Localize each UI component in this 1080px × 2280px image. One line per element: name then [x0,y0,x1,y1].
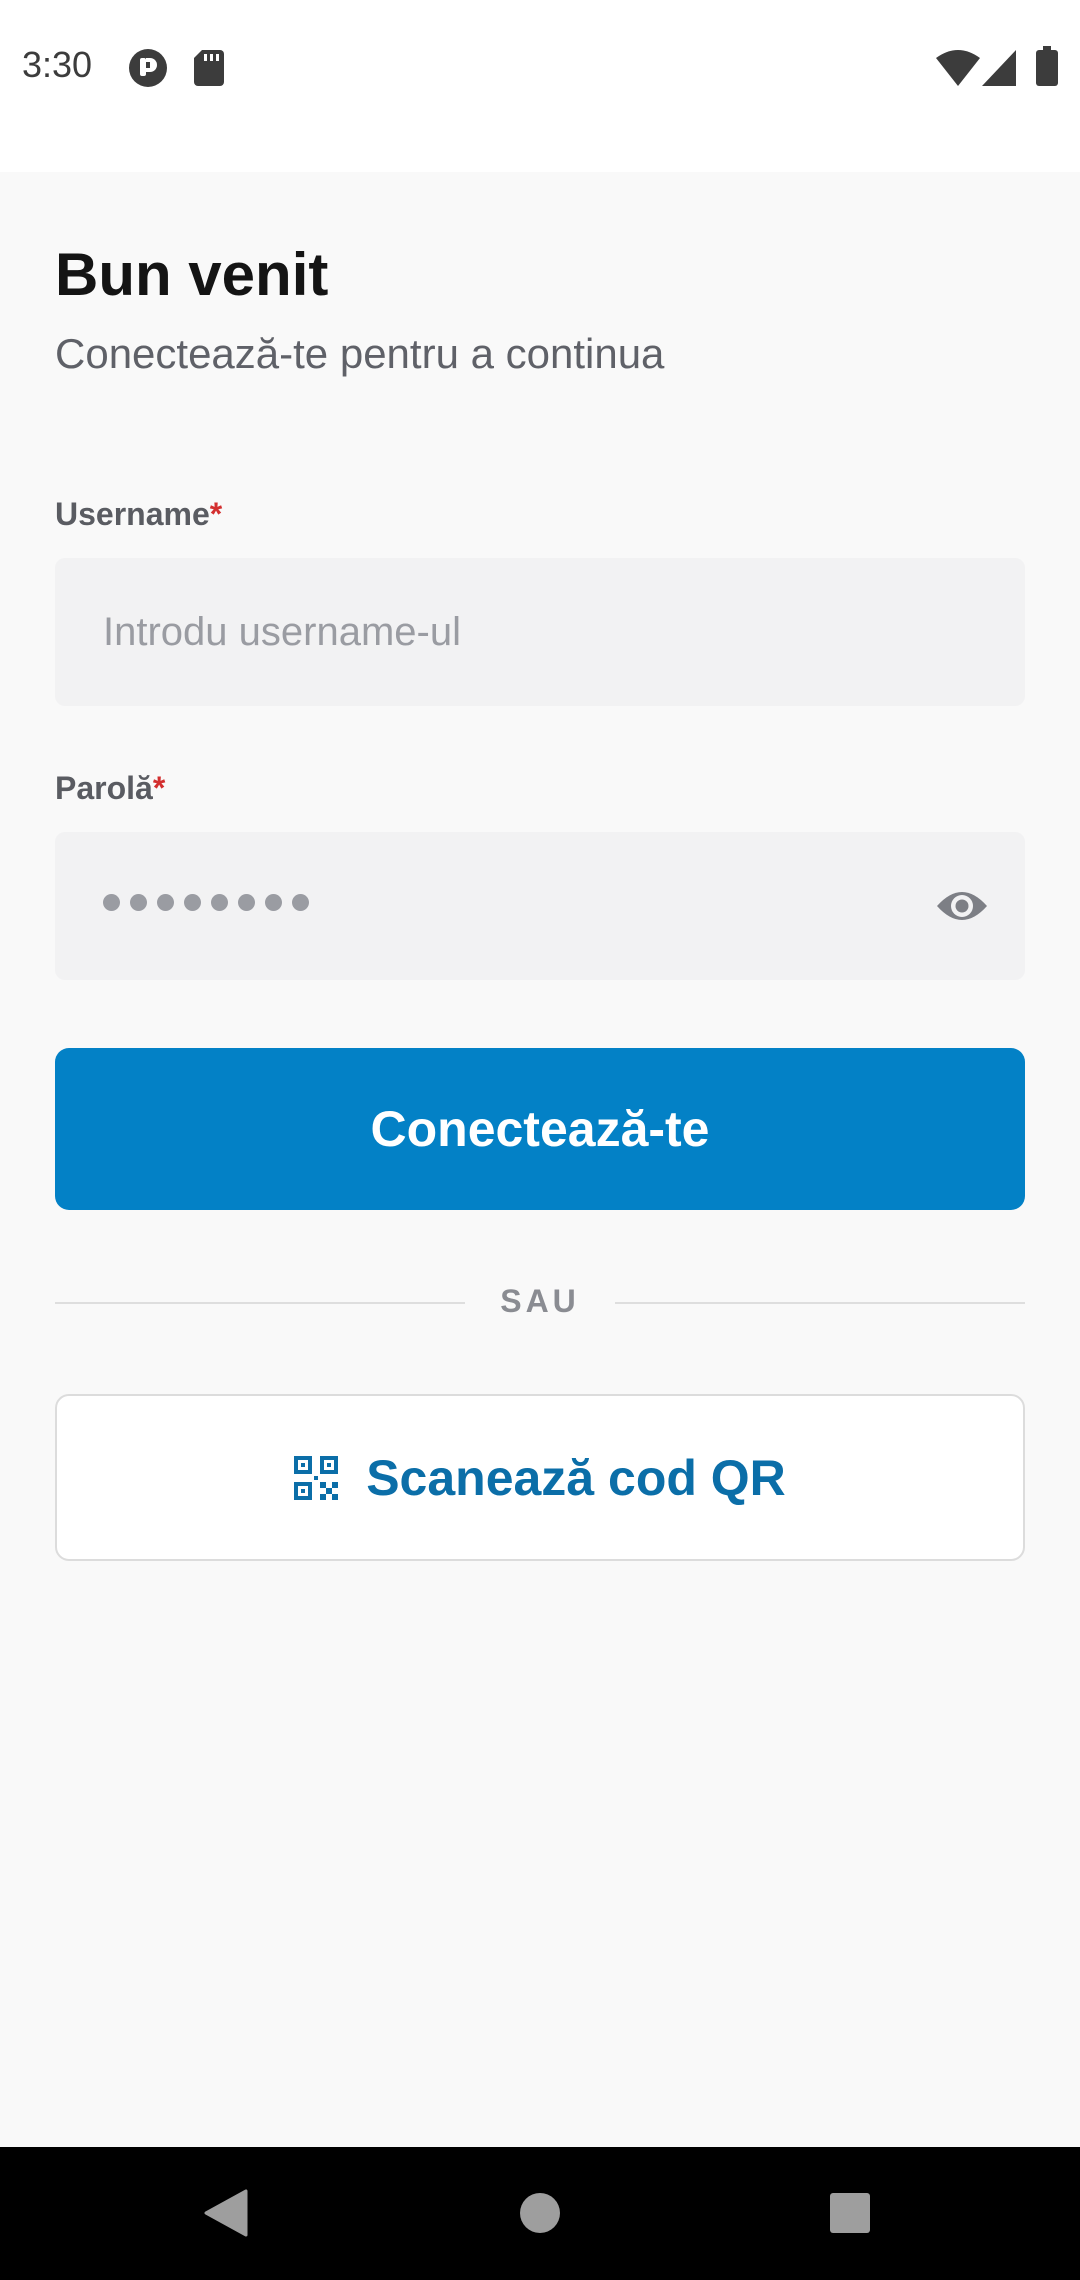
login-button[interactable]: Conectează-te [55,1048,1025,1210]
password-dot [103,894,120,911]
sd-card-icon [194,50,224,86]
page-title: Bun venit [55,241,329,308]
qr-code-icon [294,1455,339,1500]
battery-icon [1036,46,1058,86]
recents-icon[interactable] [830,2193,870,2233]
password-dot [292,894,309,911]
password-dot [238,894,255,911]
password-dot [130,894,147,911]
page-subtitle: Conectează-te pentru a continua [55,330,665,377]
required-mark: * [209,496,223,532]
username-label: Username* [55,496,222,533]
app-notification-icon [129,49,167,87]
cell-signal-icon [982,50,1016,86]
password-label-text: Parolă [55,770,153,806]
password-field[interactable] [55,832,1025,980]
password-dot [184,894,201,911]
scan-qr-button[interactable]: Scanează cod QR [55,1394,1025,1561]
password-dot [211,894,228,911]
scan-qr-label: Scanează cod QR [366,1449,786,1506]
password-dot [265,894,282,911]
back-icon[interactable] [204,2189,248,2237]
username-field[interactable] [55,558,1025,706]
password-dot [157,894,174,911]
divider-line-right [615,1302,1025,1304]
divider-line-left [55,1302,465,1304]
wifi-icon [936,50,980,86]
username-label-text: Username [55,496,210,532]
username-input[interactable] [101,558,921,706]
eye-icon[interactable] [935,882,989,930]
password-input[interactable] [103,894,309,911]
status-bar: 3:30 [0,0,1080,172]
home-icon[interactable] [520,2193,560,2233]
divider-text: SAU [500,1283,580,1319]
status-time: 3:30 [22,44,93,85]
password-label: Parolă* [55,770,165,807]
system-nav-bar [0,2147,1080,2280]
required-mark: * [152,770,166,806]
